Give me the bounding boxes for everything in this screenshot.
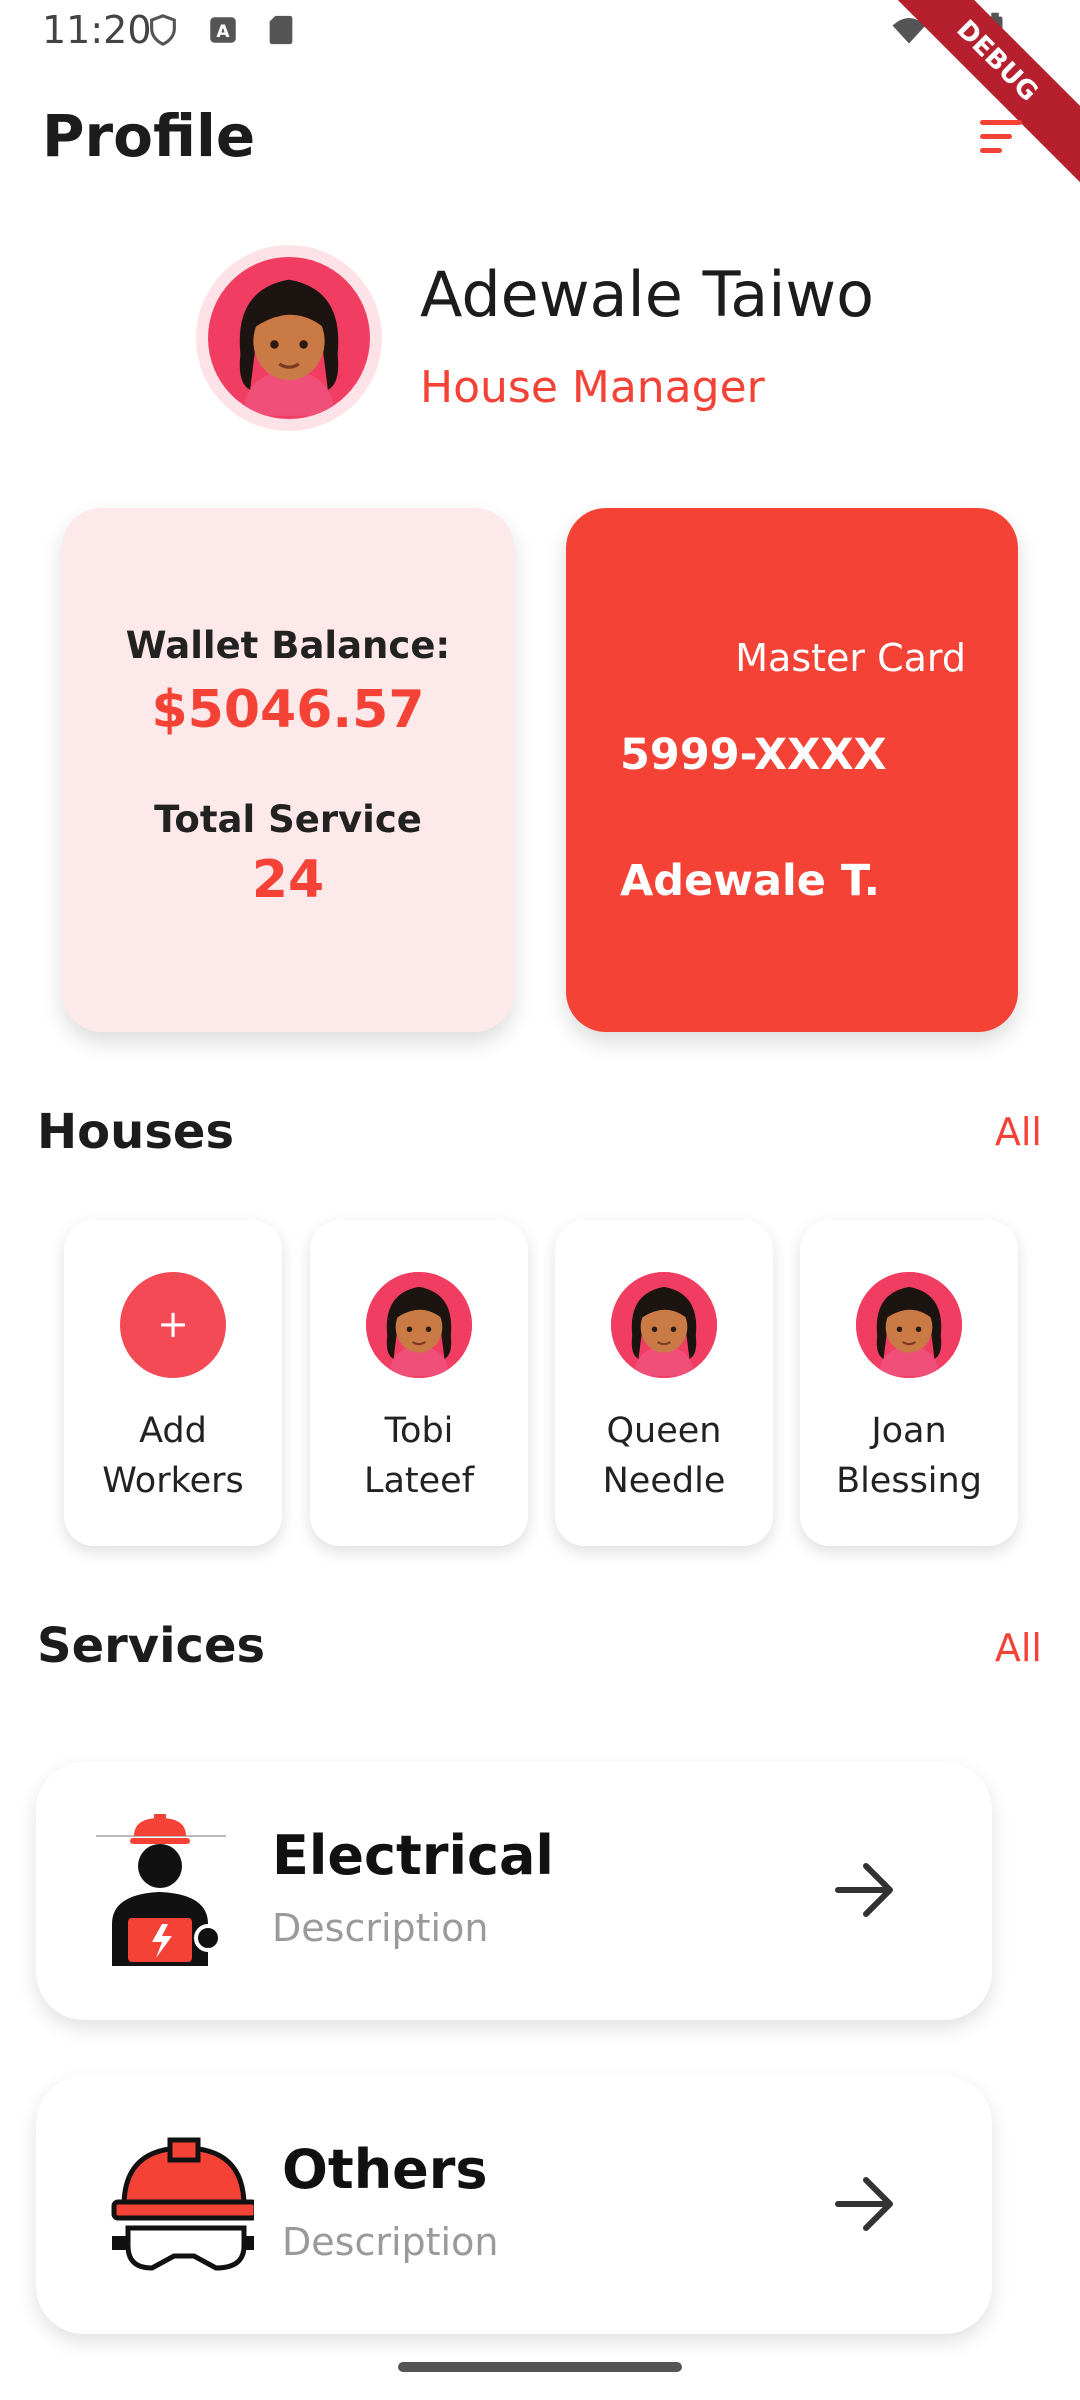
add-workers-tile[interactable]: + Add Workers — [64, 1220, 282, 1546]
wallet-balance-value: $5046.57 — [151, 680, 425, 740]
status-time: 11:20 — [42, 8, 152, 52]
worker-avatar — [366, 1272, 472, 1378]
service-title: Others — [282, 2138, 488, 2201]
arrow-right-icon[interactable] — [834, 2174, 898, 2234]
services-title: Services — [37, 1618, 266, 1674]
sd-card-icon — [269, 15, 293, 45]
wallet-balance-label: Wallet Balance: — [125, 624, 451, 667]
worker-avatar — [856, 1272, 962, 1378]
svg-text:A: A — [216, 22, 230, 42]
electrician-icon — [96, 1814, 226, 1966]
add-workers-label: Add Workers — [102, 1411, 244, 1501]
profile-name: Adewale Taiwo — [420, 258, 875, 331]
worker-name: Queen Needle — [602, 1411, 726, 1501]
arrow-right-icon[interactable] — [834, 1860, 898, 1920]
master-card-label: Master Card — [735, 636, 966, 680]
service-description: Description — [282, 2220, 499, 2264]
worker-tile[interactable]: Queen Needle — [555, 1220, 773, 1546]
total-service-label: Total Service — [154, 798, 422, 841]
wallet-card[interactable]: Wallet Balance: $5046.57 Total Service 2… — [62, 508, 514, 1032]
master-card-number: 5999-XXXX — [620, 730, 887, 780]
menu-icon[interactable] — [978, 116, 1024, 158]
service-card-others[interactable]: Others Description — [36, 2076, 992, 2334]
master-card[interactable]: Master Card 5999-XXXX Adewale T. — [566, 508, 1018, 1032]
accessibility-icon: A — [210, 17, 236, 43]
home-indicator[interactable] — [398, 2362, 682, 2372]
houses-see-all-link[interactable]: All — [995, 1110, 1042, 1154]
worker-tile[interactable]: Joan Blessing — [800, 1220, 1018, 1546]
plus-icon: + — [120, 1272, 226, 1378]
service-card-electrical[interactable]: Electrical Description — [36, 1762, 992, 2020]
service-description: Description — [272, 1906, 489, 1950]
profile-avatar[interactable] — [208, 257, 370, 419]
worker-avatar — [611, 1272, 717, 1378]
total-service-value: 24 — [251, 850, 325, 910]
helmet-goggles-icon — [111, 2137, 254, 2271]
page-title: Profile — [42, 102, 256, 170]
worker-name: Joan Blessing — [836, 1411, 982, 1501]
service-title: Electrical — [272, 1824, 554, 1887]
worker-name: Tobi Lateef — [363, 1411, 475, 1501]
houses-title: Houses — [37, 1104, 235, 1160]
services-see-all-link[interactable]: All — [995, 1626, 1042, 1670]
shield-icon — [150, 14, 176, 46]
profile-role: House Manager — [420, 362, 765, 413]
worker-tile[interactable]: Tobi Lateef — [310, 1220, 528, 1546]
master-card-holder: Adewale T. — [620, 856, 880, 906]
